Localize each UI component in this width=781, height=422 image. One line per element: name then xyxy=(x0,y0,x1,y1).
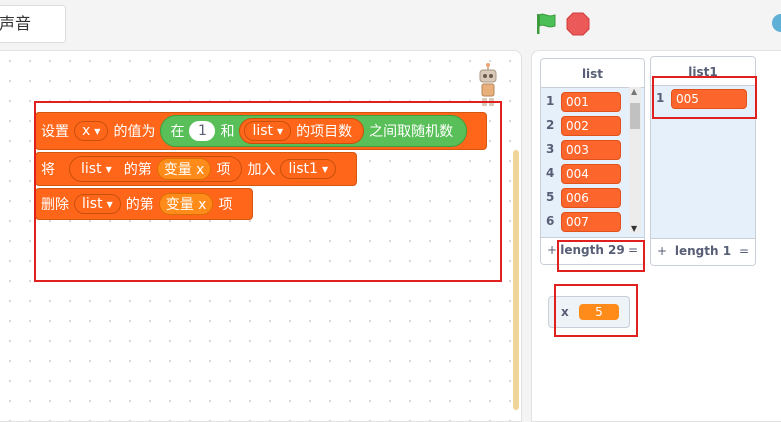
scroll-down-icon[interactable]: ▼ xyxy=(631,224,637,233)
list-item-index: 1 xyxy=(546,94,555,108)
stop-icon[interactable] xyxy=(566,12,590,36)
list-item-index: 5 xyxy=(546,190,555,204)
stage-size-icon[interactable] xyxy=(772,14,781,32)
list-item-index: 4 xyxy=(546,166,555,180)
list-item-value[interactable]: 001 xyxy=(561,92,621,112)
list1-monitor-footer: + length 1 = xyxy=(651,238,755,265)
top-bar: 声音 xyxy=(0,0,781,50)
scroll-thumb[interactable] xyxy=(630,103,640,129)
highlight-script-box xyxy=(34,101,502,282)
list-item-value[interactable]: 007 xyxy=(561,212,621,232)
list-monitor-title: list xyxy=(541,59,644,88)
list-item-index: 6 xyxy=(546,214,555,228)
list-scrollbar[interactable]: ▲ ▼ xyxy=(629,87,641,233)
highlight-list-length-box xyxy=(557,240,645,272)
highlight-variable-box xyxy=(554,284,638,337)
list-item-value[interactable]: 002 xyxy=(561,116,621,136)
list-item-index: 2 xyxy=(546,118,555,132)
resize-handle[interactable]: = xyxy=(739,244,749,258)
list-item-value[interactable]: 006 xyxy=(561,188,621,208)
list-item-value[interactable]: 003 xyxy=(561,140,621,160)
green-flag-icon[interactable] xyxy=(534,12,558,36)
highlight-list1-item-box xyxy=(652,76,757,119)
list-item-value[interactable]: 004 xyxy=(561,164,621,184)
code-scrollbar[interactable] xyxy=(513,150,519,410)
scroll-up-icon[interactable]: ▲ xyxy=(631,87,637,96)
list-item-index: 3 xyxy=(546,142,555,156)
tab-sound[interactable]: 声音 xyxy=(0,5,66,43)
